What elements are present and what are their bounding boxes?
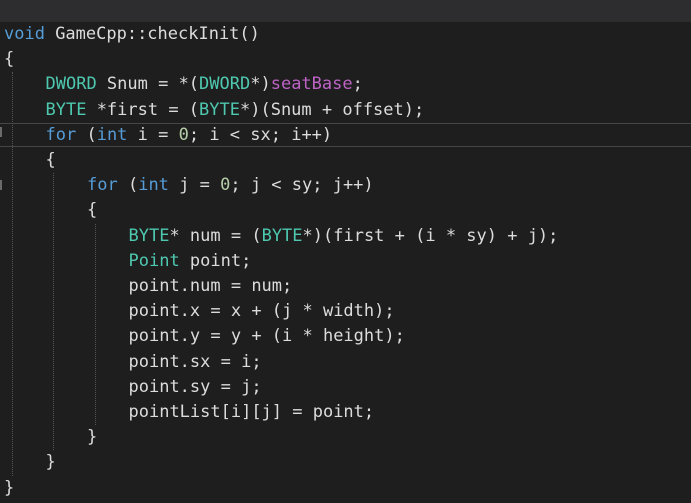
change-marker: [0, 180, 2, 190]
code-line[interactable]: point.y = y + (i * height);: [129, 324, 405, 349]
code-token: *)(Snum + offset);: [240, 99, 425, 120]
code-line[interactable]: for (int i = 0; i < sx; i++): [46, 123, 333, 148]
code-token: *): [250, 74, 271, 95]
code-token: BYTE: [45, 99, 87, 120]
code-token: * num = (: [169, 225, 262, 246]
indent-guide: [12, 72, 13, 476]
code-token: BYTE: [261, 225, 303, 246]
code-token: for: [45, 124, 77, 145]
code-token: {: [87, 200, 98, 221]
code-token: (: [117, 175, 139, 196]
code-token: *first = (: [86, 99, 200, 120]
code-token: {: [4, 49, 15, 70]
code-token: seatBase: [270, 74, 353, 95]
code-line[interactable]: void GameCpp::checkInit(): [4, 22, 260, 47]
code-token: point.y = y + (i * height);: [128, 326, 405, 347]
code-token: j =: [168, 175, 221, 196]
code-token: Point: [128, 250, 180, 271]
code-line[interactable]: {: [87, 198, 97, 223]
code-token: DWORD: [199, 74, 251, 95]
code-line[interactable]: {: [46, 148, 56, 173]
code-token: 0: [178, 124, 189, 145]
code-token: {: [45, 150, 56, 170]
code-line[interactable]: BYTE *first = (BYTE*)(Snum + offset);: [46, 98, 425, 123]
code-line[interactable]: Point point;: [129, 249, 252, 274]
code-token: void: [4, 24, 45, 44]
code-token: pointList[i][j] = point;: [128, 402, 375, 422]
code-line[interactable]: point.x = x + (j * width);: [129, 299, 395, 324]
code-token: BYTE: [199, 99, 240, 120]
code-line[interactable]: }: [46, 450, 56, 475]
code-token: BYTE: [128, 225, 170, 246]
code-token: ;: [352, 74, 363, 95]
code-token: point.x = x + (j * width);: [128, 301, 395, 322]
code-line[interactable]: BYTE* num = (BYTE*)(first + (i * sy) + j…: [129, 224, 559, 249]
code-token: int: [138, 175, 169, 196]
code-token: point;: [179, 250, 252, 271]
code-token: point.sy = j;: [128, 376, 262, 397]
code-line[interactable]: point.sy = j;: [129, 375, 262, 400]
code-line[interactable]: point.num = num;: [129, 274, 293, 299]
indent-guide: [95, 223, 96, 426]
code-token: (: [76, 124, 97, 145]
code-token: Snum = *(: [96, 74, 200, 95]
code-token: }: [45, 452, 56, 473]
code-token: }: [87, 427, 98, 448]
code-token: 0: [220, 175, 231, 196]
code-line[interactable]: }: [87, 425, 97, 450]
code-token: for: [87, 175, 118, 196]
code-token: ; i < sx; i++): [188, 124, 333, 145]
code-token: point.sx = i;: [128, 351, 262, 372]
code-line[interactable]: DWORD Snum = *(DWORD*)seatBase;: [46, 72, 363, 97]
code-token: }: [4, 477, 15, 498]
code-line[interactable]: }: [4, 476, 14, 501]
code-line[interactable]: for (int j = 0; j < sy; j++): [87, 173, 374, 198]
code-token: i =: [127, 124, 179, 145]
code-token: ; j < sy; j++): [230, 175, 374, 196]
code-token: GameCpp::checkInit(): [44, 24, 260, 44]
indent-guide: [53, 173, 54, 451]
code-line[interactable]: point.sx = i;: [129, 350, 262, 375]
editor-margin: [0, 22, 3, 503]
code-token: int: [96, 124, 128, 145]
code-line[interactable]: {: [4, 47, 14, 72]
code-editor[interactable]: void GameCpp::checkInit(){DWORD Snum = *…: [0, 22, 691, 503]
code-token: *)(first + (i * sy) + j);: [302, 225, 559, 246]
code-line[interactable]: pointList[i][j] = point;: [129, 400, 375, 425]
code-token: point.num = num;: [128, 276, 293, 296]
code-token: DWORD: [45, 74, 97, 95]
editor-tab-bar: [0, 0, 691, 22]
